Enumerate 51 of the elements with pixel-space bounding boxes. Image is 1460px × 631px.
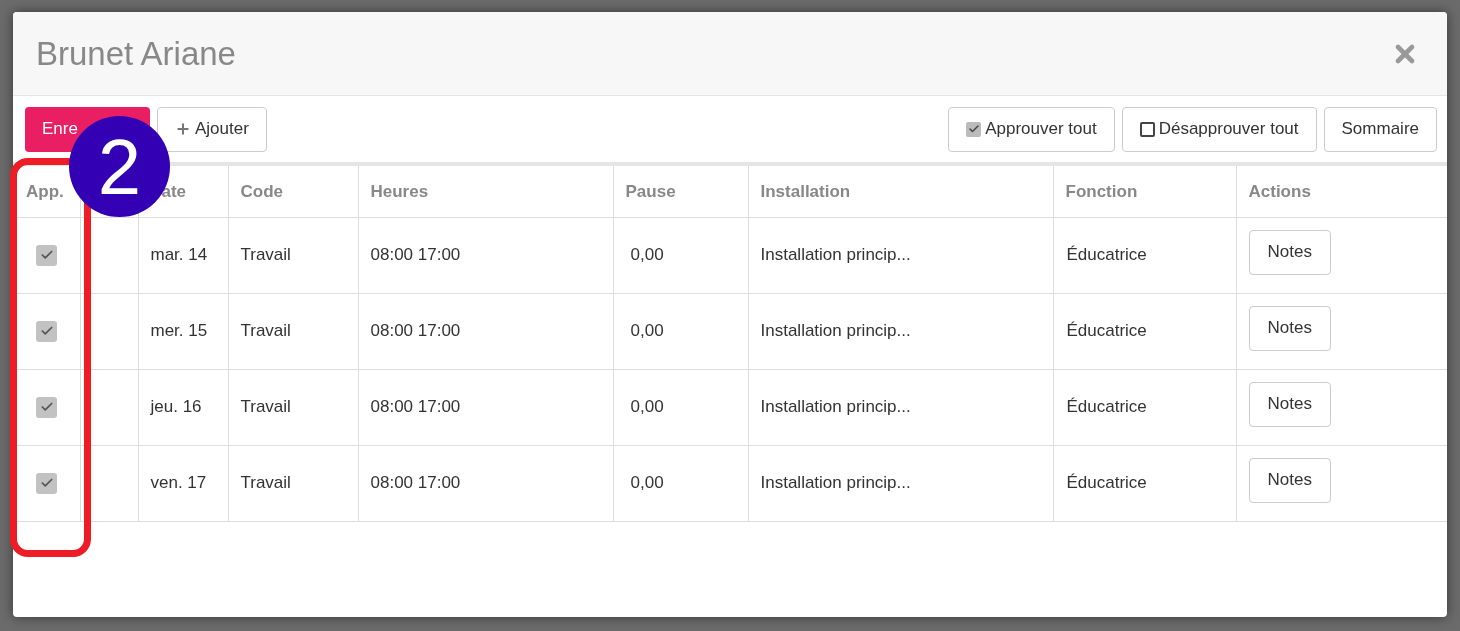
approve-checkbox[interactable]	[36, 244, 57, 266]
column-header: App.	[26, 181, 64, 201]
function-text: Éducatrice	[1066, 473, 1147, 493]
column-header: Code	[240, 181, 283, 201]
pause-text: 0,00	[630, 397, 664, 417]
code-text: Travail	[240, 397, 291, 417]
hours-text: 08:00 17:00	[370, 321, 461, 341]
disapprove-all-button[interactable]: Désapprouver tout	[1121, 106, 1317, 152]
hours-text: 08:00 17:00	[370, 397, 461, 417]
installation-text: Installation princip...	[760, 245, 911, 265]
dialog-title: Brunet Ariane	[36, 33, 236, 74]
column-header: Installation	[760, 181, 851, 201]
hours-text: 08:00 17:00	[370, 245, 461, 265]
function-text: Éducatrice	[1066, 245, 1147, 265]
date-text: mer. 15	[150, 321, 208, 341]
installation-text: Installation princip...	[760, 473, 911, 493]
empty-box-icon	[1139, 121, 1155, 137]
installation-text: Installation princip...	[760, 321, 911, 341]
code-text: Travail	[240, 321, 291, 341]
function-text: Éducatrice	[1066, 397, 1147, 417]
notes-button[interactable]: Notes	[1248, 381, 1331, 427]
date-text: mar. 14	[150, 245, 208, 265]
approve-all-button[interactable]: Approuver tout	[948, 106, 1115, 152]
column-header: Actions	[1248, 181, 1311, 201]
function-text: Éducatrice	[1066, 321, 1147, 341]
notes-button[interactable]: Notes	[1248, 229, 1331, 275]
check-icon	[39, 324, 54, 338]
code-text: Travail	[240, 473, 291, 493]
check-icon	[39, 400, 54, 414]
installation-text: Installation princip...	[760, 397, 911, 417]
notes-button[interactable]: Notes	[1248, 305, 1331, 351]
approve-checkbox[interactable]	[36, 472, 57, 494]
check-icon	[39, 476, 54, 490]
column-header: Fonction	[1065, 181, 1138, 201]
checked-box-icon	[966, 121, 982, 137]
date-text: ven. 17	[150, 473, 207, 493]
approve-checkbox[interactable]	[36, 320, 57, 342]
date-text: jeu. 16	[150, 397, 202, 417]
column-header: Heures	[370, 181, 429, 201]
approve-checkbox[interactable]	[36, 396, 57, 418]
column-header: Pause	[625, 181, 676, 201]
plus-icon	[175, 121, 191, 137]
pause-text: 0,00	[630, 473, 664, 493]
hours-text: 08:00 17:00	[370, 473, 461, 493]
pause-text: 0,00	[630, 245, 664, 265]
pause-text: 0,00	[630, 321, 664, 341]
code-text: Travail	[240, 245, 291, 265]
notes-button[interactable]: Notes	[1248, 457, 1331, 503]
summary-button[interactable]: Sommaire	[1323, 106, 1437, 152]
add-button[interactable]: Ajouter	[157, 106, 267, 152]
check-icon	[39, 248, 54, 262]
